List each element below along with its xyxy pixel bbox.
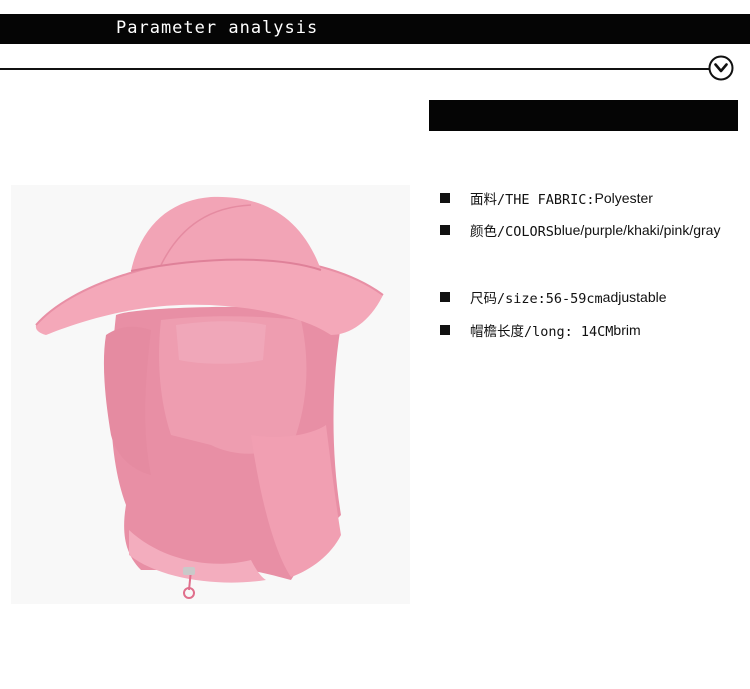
spec-value: adjustable	[602, 289, 667, 305]
spec-value: brim	[613, 322, 641, 338]
square-bullet-icon	[440, 292, 450, 302]
spec-brim: 帽檐长度/long: 14CM brim	[440, 319, 641, 341]
spec-value: blue/purple/khaki/pink/gray	[553, 222, 721, 238]
spec-label: 颜色/COLORS	[470, 224, 554, 240]
spec-colors: 颜色/COLORS blue/purple/khaki/pink/gray	[440, 219, 720, 241]
page-title: Parameter analysis	[116, 18, 319, 38]
header-bar: Parameter analysis	[0, 14, 750, 44]
spec-fabric: 面料/THE FABRIC: Polyester	[440, 187, 653, 209]
chevron-down-icon	[708, 55, 734, 81]
square-bullet-icon	[440, 325, 450, 335]
section-header-block	[429, 100, 738, 131]
spec-size: 尺码/size:56-59cm adjustable	[440, 286, 667, 308]
spec-value: Polyester	[594, 190, 653, 206]
spec-label: 尺码/size:56-59cm	[470, 291, 603, 307]
square-bullet-icon	[440, 193, 450, 203]
square-bullet-icon	[440, 225, 450, 235]
spec-label: 帽檐长度/long: 14CM	[470, 324, 614, 340]
product-photo-hat	[11, 185, 410, 604]
spec-label: 面料/THE FABRIC:	[470, 192, 595, 208]
header-divider	[0, 68, 712, 70]
